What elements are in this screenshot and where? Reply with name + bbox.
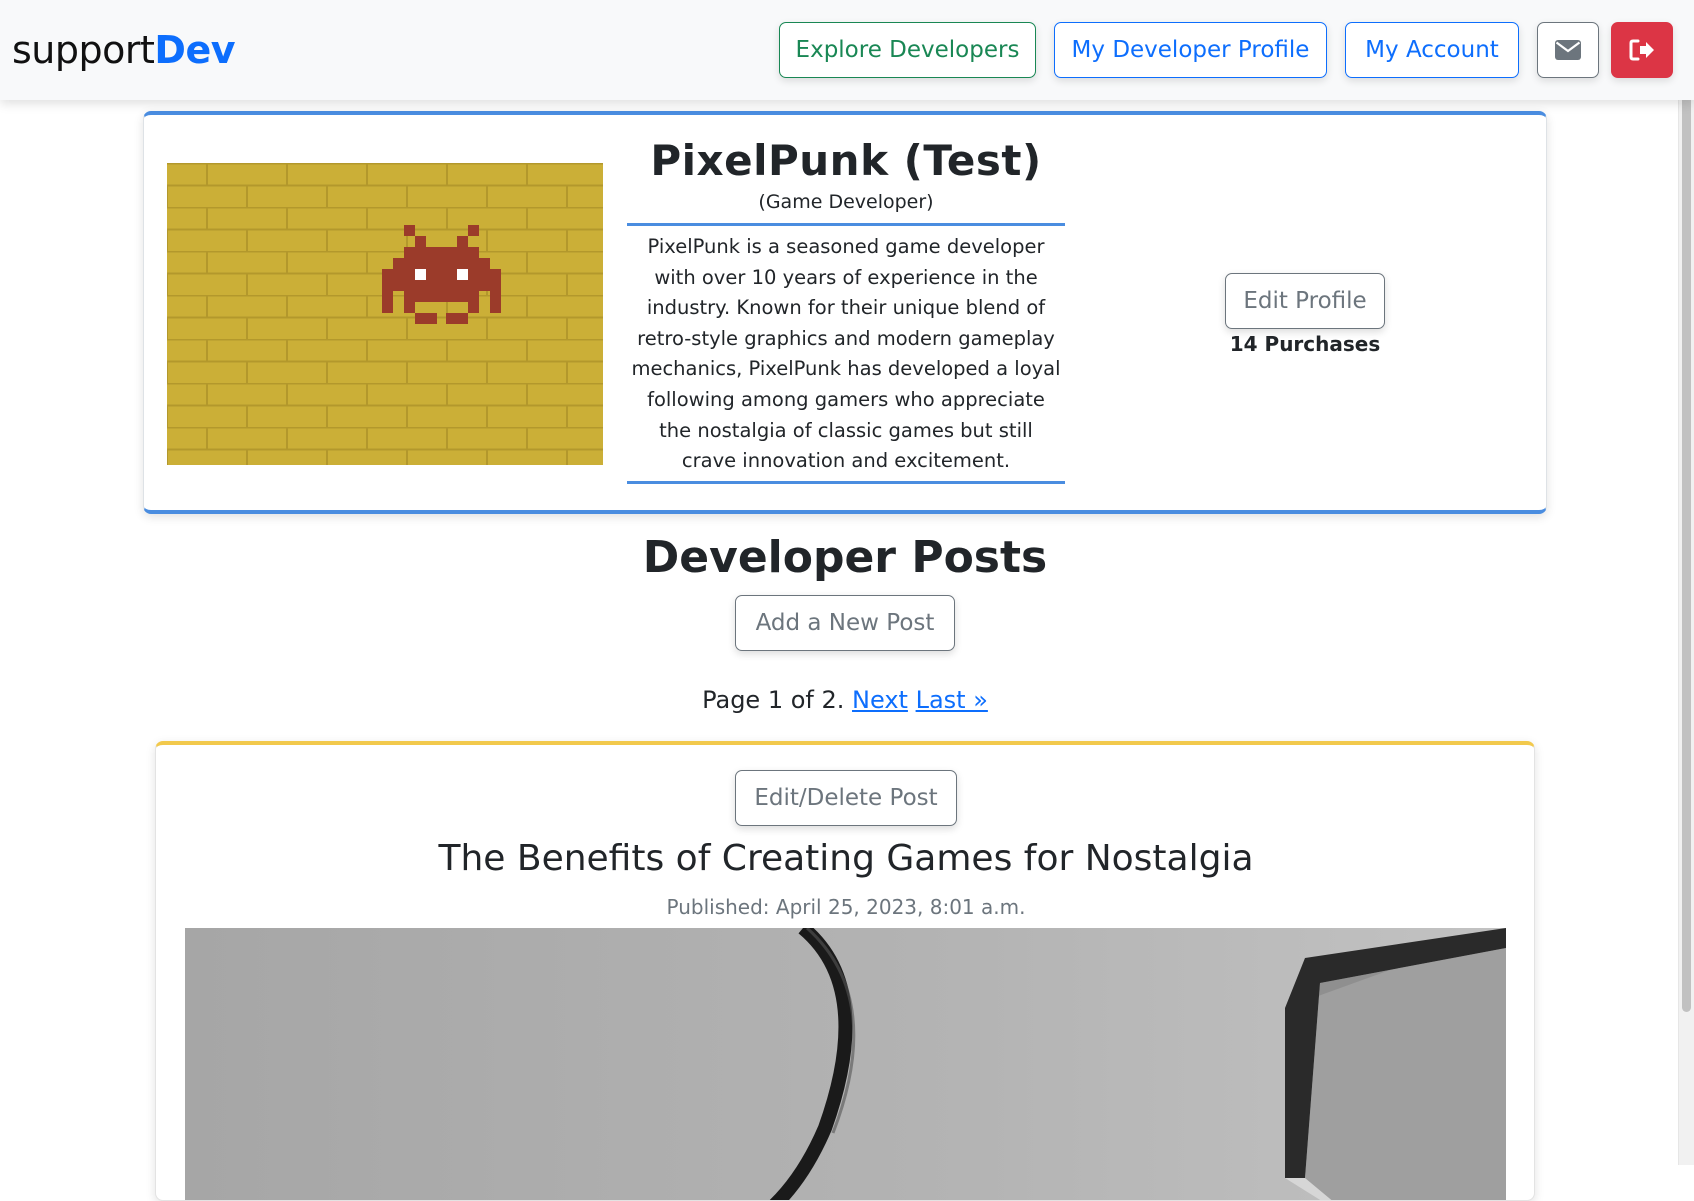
developer-avatar-image (167, 163, 603, 465)
post-published-date: Published: April 25, 2023, 8:01 a.m. (666, 895, 1026, 919)
developer-profile-card: PixelPunk (Test) (Game Developer) PixelP… (143, 111, 1547, 514)
navbar: supportDev Explore Developers My Develop… (0, 0, 1694, 100)
next-page-link[interactable]: Next (852, 686, 908, 714)
developer-name: PixelPunk (Test) (650, 136, 1042, 185)
add-new-post-button[interactable]: Add a New Post (735, 595, 955, 651)
my-developer-profile-button[interactable]: My Developer Profile (1054, 22, 1327, 78)
post-image (185, 928, 1506, 1200)
last-page-link[interactable]: Last » (916, 686, 988, 714)
edit-delete-post-button[interactable]: Edit/Delete Post (735, 770, 957, 826)
profile-details: PixelPunk (Test) (Game Developer) PixelP… (627, 135, 1065, 484)
logout-button[interactable] (1611, 22, 1673, 78)
scrollbar-thumb[interactable] (1682, 2, 1691, 1012)
my-account-button[interactable]: My Account (1345, 22, 1519, 78)
edit-profile-button[interactable]: Edit Profile (1225, 273, 1385, 329)
purchases-count: 14 Purchases (1229, 332, 1381, 356)
brand-suffix: Dev (154, 28, 235, 72)
brand-logo[interactable]: supportDev (12, 22, 235, 78)
pagination-status: Page 1 of 2. (702, 686, 853, 714)
page-scrollbar[interactable] (1678, 0, 1694, 1165)
messages-button[interactable] (1537, 22, 1599, 78)
logout-icon (1629, 39, 1654, 61)
post-card: Edit/Delete Post The Benefits of Creatin… (155, 741, 1535, 1201)
brand-prefix: support (12, 28, 155, 72)
envelope-icon (1555, 40, 1581, 60)
developer-type: (Game Developer) (627, 189, 1065, 226)
explore-developers-button[interactable]: Explore Developers (779, 22, 1036, 78)
pagination: Page 1 of 2. Next Last » (0, 684, 1690, 716)
post-title: The Benefits of Creating Games for Nosta… (438, 838, 1254, 879)
developer-bio: PixelPunk is a seasoned game developer w… (627, 226, 1065, 484)
developer-posts-heading: Developer Posts (642, 532, 1048, 583)
